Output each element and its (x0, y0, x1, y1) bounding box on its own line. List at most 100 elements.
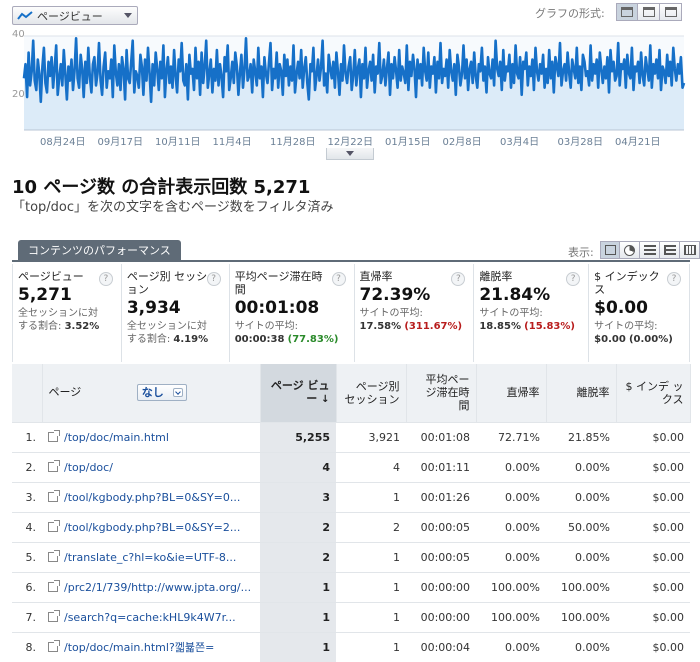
help-icon[interactable]: ? (451, 272, 466, 286)
pageviews-chart[interactable]: 40 20 08月24日 09月17日 10月11日 11月4日 11月28日 12月22… (0, 26, 700, 148)
page-link[interactable]: /top/doc/ (64, 461, 113, 474)
table-view-button[interactable] (600, 241, 620, 259)
chart-collapse-handle[interactable] (326, 148, 374, 160)
scorecard-delta: (15.83%) (524, 321, 575, 332)
index-value-cell: $0.00 (616, 571, 690, 602)
x-tick-label: 09月17日 (97, 137, 143, 148)
help-icon[interactable]: ? (206, 272, 221, 286)
help-icon[interactable]: ? (98, 272, 113, 286)
tab-content-performance[interactable]: コンテンツのパフォーマンス (18, 240, 181, 262)
help-icon[interactable]: ? (667, 272, 682, 286)
page-link[interactable]: /prc2/1/739/http://www.jpta.org/... (64, 581, 251, 594)
row-index: 1. (12, 421, 42, 452)
help-icon[interactable]: ? (331, 272, 346, 286)
external-link-icon[interactable] (48, 579, 60, 592)
secondary-dimension-value: なし (141, 386, 164, 400)
secondary-dimension-select[interactable]: なし (136, 384, 187, 402)
sessions-cell: 1 (336, 601, 406, 632)
scorecard-delta: (0.00%) (628, 334, 673, 345)
index-value-cell: $0.00 (616, 541, 690, 572)
scorecard-value: $0.00 (594, 298, 648, 318)
pageviews-cell: 5,255 (260, 421, 336, 452)
scorecard-sub-value: $0.00 (594, 334, 626, 345)
table-row: 6. /prc2/1/739/http://www.jpta.org/... 1… (12, 571, 690, 602)
graph-format-list-button[interactable] (638, 3, 660, 21)
x-tick-label: 12月22日 (327, 137, 373, 148)
x-tick-label: 10月11日 (155, 137, 201, 148)
sessions-cell: 1 (336, 481, 406, 512)
scorecard-sub-text: する割合: (126, 334, 171, 345)
pageviews-cell: 1 (260, 601, 336, 632)
external-link-icon[interactable] (48, 429, 60, 442)
row-index: 6. (12, 571, 42, 602)
pageviews-column-header[interactable]: ページ ビュー ↓ (260, 364, 337, 422)
scorecard-sub-text: サイトの平均: (234, 321, 299, 332)
pie-view-button[interactable] (620, 241, 640, 259)
page-link[interactable]: /top/doc/main.html?껣뷻쯘= (64, 641, 214, 654)
page-cell: /prc2/1/739/http://www.jpta.org/... (42, 571, 260, 602)
scorecard-delta: (77.83%) (287, 334, 339, 345)
external-link-icon[interactable] (48, 519, 60, 532)
external-link-icon[interactable] (48, 549, 60, 562)
page-cell: /top/doc/main.html (42, 421, 260, 452)
table-row: 1. /top/doc/main.html 5,255 3,921 00:01:… (12, 421, 690, 452)
performance-view-button[interactable] (640, 241, 660, 259)
table-body: 1. /top/doc/main.html 5,255 3,921 00:01:… (12, 421, 690, 662)
index-value-cell: $0.00 (616, 481, 690, 512)
page-link[interactable]: /tool/kgbody.php?BL=0&SY=2... (64, 521, 240, 534)
scorecard-label: ページビュー (18, 270, 84, 283)
row-index: 8. (12, 631, 42, 662)
avg-time-cell: 00:00:04 (406, 631, 476, 662)
exit-cell: 21.85% (546, 421, 616, 452)
avg-time-cell: 00:01:26 (406, 481, 476, 512)
page-link[interactable]: /translate_c?hl=ko&ie=UTF-8... (64, 551, 236, 564)
comparison-view-button[interactable] (660, 241, 680, 259)
graph-format-bar-button[interactable] (660, 3, 682, 21)
pageviews-cell: 3 (260, 481, 336, 512)
sessions-column-header[interactable]: ページ別 セッション (336, 364, 407, 422)
pageviews-cell: 2 (260, 511, 336, 542)
index-value-cell: $0.00 (616, 601, 690, 632)
avg-time-column-header[interactable]: 平均ペー ジ滞在時 間 (406, 364, 477, 422)
graph-format-line-button[interactable] (616, 3, 638, 21)
page-cell: /tool/kgbody.php?BL=0&SY=2... (42, 511, 260, 542)
external-link-icon[interactable] (48, 609, 60, 622)
scorecard-avg-time: 平均ページ滞在時間 00:01:08 サイトの平均: 00:00:38 (77.… (230, 264, 355, 362)
scorecard-sub: サイトの平均: $0.00 (0.00%) (594, 320, 689, 346)
bounce-cell: 0.00% (476, 451, 546, 482)
view-buttons (600, 241, 700, 259)
page-link[interactable]: /tool/kgbody.php?BL=0&SY=0... (64, 491, 240, 504)
bounce-cell: 0.00% (476, 541, 546, 572)
index-value-cell: $0.00 (616, 421, 690, 452)
exit-cell: 100.00% (546, 601, 616, 632)
avg-time-cell: 00:00:05 (406, 541, 476, 572)
comparison-view-icon (663, 245, 676, 255)
exit-cell: 0.00% (546, 481, 616, 512)
metric-selector[interactable]: ページビュー (12, 6, 138, 25)
list-format-icon (642, 7, 655, 17)
table-row: 3. /tool/kgbody.php?BL=0&SY=0... 3 1 00:… (12, 481, 690, 512)
exit-column-header[interactable]: 離脱率 (546, 364, 617, 422)
bounce-column-header[interactable]: 直帰率 (476, 364, 547, 422)
index-value-cell: $0.00 (616, 451, 690, 482)
external-link-icon[interactable] (48, 640, 60, 653)
x-tick-label: 03月28日 (557, 137, 603, 148)
help-icon[interactable]: ? (566, 272, 581, 286)
graph-format-buttons (616, 3, 682, 21)
scorecard-sub-value: 00:00:38 (234, 334, 285, 345)
metric-selector-label: ページビュー (37, 9, 103, 23)
page-link[interactable]: /top/doc/main.html (64, 431, 169, 444)
pivot-view-button[interactable] (680, 241, 700, 259)
scorecard-sub: サイトの平均: 17.58% (311.67%) (360, 307, 474, 333)
page-column-header[interactable]: ページ なし (42, 364, 261, 422)
scorecard-sub-value: 4.19% (173, 334, 209, 345)
x-tick-label: 08月24日 (40, 137, 86, 148)
external-link-icon[interactable] (48, 489, 60, 502)
external-link-icon[interactable] (48, 459, 60, 472)
page-link[interactable]: /search?q=cache:kHL9k4W7r... (64, 611, 236, 624)
scorecard-sub-text: する割合: (18, 321, 62, 332)
index-value-column-header[interactable]: $ インデ ックス (616, 364, 691, 422)
y-tick-label: 40 (12, 29, 25, 40)
table-row: 4. /tool/kgbody.php?BL=0&SY=2... 2 2 00:… (12, 511, 690, 542)
row-index: 4. (12, 511, 42, 542)
